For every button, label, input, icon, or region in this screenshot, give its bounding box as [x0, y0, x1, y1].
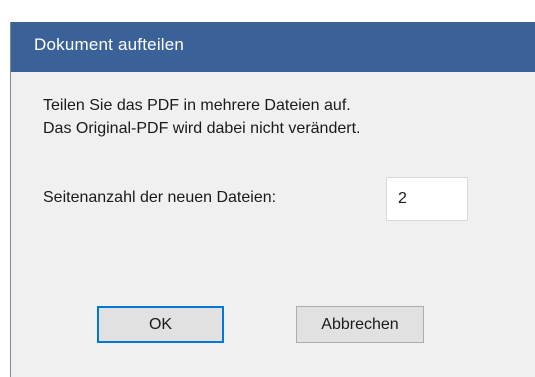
dialog-description: Teilen Sie das PDF in mehrere Dateien au…	[43, 94, 360, 140]
screen: Dokument aufteilen Teilen Sie das PDF in…	[0, 0, 535, 377]
description-line-1: Teilen Sie das PDF in mehrere Dateien au…	[43, 97, 351, 114]
background-strip	[0, 0, 535, 22]
cancel-button[interactable]: Abbrechen	[296, 306, 424, 343]
description-line-2: Das Original-PDF wird dabei nicht veränd…	[43, 120, 361, 137]
ok-button[interactable]: OK	[97, 306, 224, 343]
dialog-title: Dokument aufteilen	[34, 35, 185, 54]
dialog-titlebar[interactable]: Dokument aufteilen	[11, 22, 535, 72]
pages-per-file-label: Seitenanzahl der neuen Dateien:	[43, 189, 277, 206]
pages-per-file-input[interactable]	[386, 177, 468, 221]
